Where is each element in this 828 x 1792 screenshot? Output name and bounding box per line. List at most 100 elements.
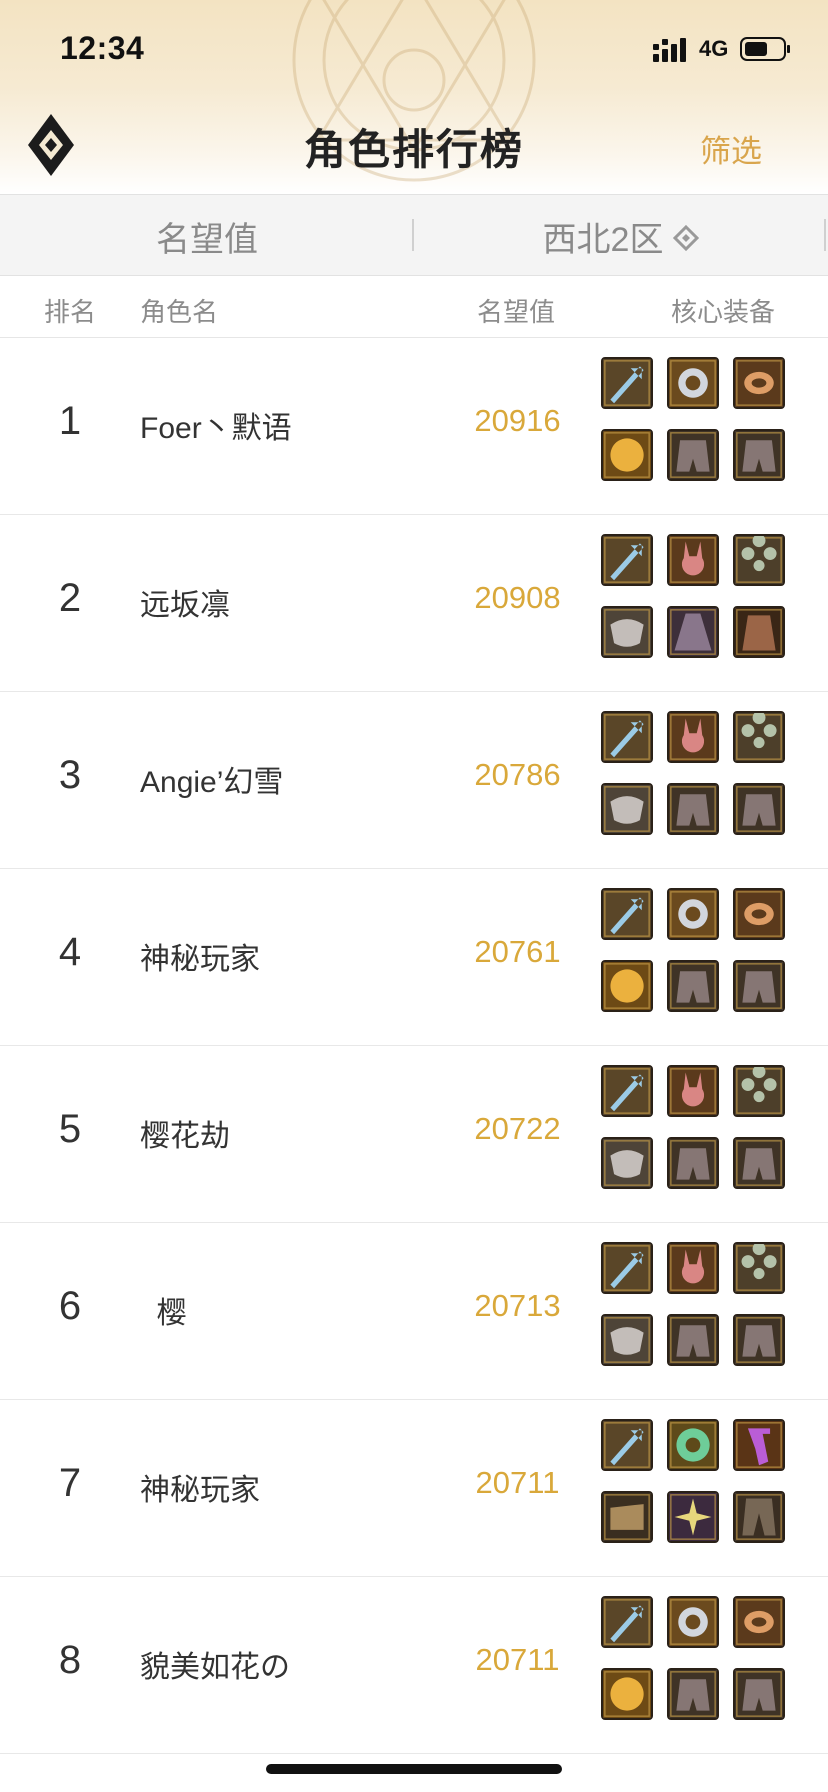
armor-icon[interactable] [667,429,719,481]
header: 12:34 4G 角色排行榜 筛选 [0,0,828,194]
armor-icon[interactable] [667,1314,719,1366]
rabbit-icon[interactable] [667,711,719,763]
table-row[interactable]: 3 Angie’幻雪 20786 [0,693,828,869]
table-row[interactable]: 1 Foer丶默语 20916 [0,339,828,515]
network-type: 4G [699,36,729,61]
ring-icon[interactable] [667,888,719,940]
filter-button[interactable]: 筛选 [700,126,762,171]
table-row[interactable]: 7 神秘玩家 20711 [0,1401,828,1577]
row-score: 20722 [474,1111,561,1146]
row-score: 20761 [474,934,561,969]
armor-icon[interactable] [667,1668,719,1720]
ring-icon[interactable] [667,357,719,409]
amulet-icon[interactable] [733,1419,785,1471]
ring-icon[interactable] [667,1596,719,1648]
metric-selector[interactable]: 名望值 [0,195,414,277]
battery-icon [740,37,790,61]
bracelet-icon[interactable] [733,357,785,409]
mask-icon[interactable] [601,1137,653,1189]
armor-icon[interactable] [667,960,719,1012]
sword-icon[interactable] [601,1596,653,1648]
row-rank: 2 [58,576,82,620]
armor-icon[interactable] [733,960,785,1012]
row-name: Angie’幻雪 [140,766,284,799]
mask-icon[interactable] [601,783,653,835]
col-rank: 排名 [44,297,97,327]
home-indicator [266,1764,562,1774]
armor-icon[interactable] [667,783,719,835]
armor-icon[interactable] [733,1137,785,1189]
col-equipment: 核心装备 [671,297,776,327]
status-time: 12:34 [60,30,145,66]
clover-icon[interactable] [733,534,785,586]
gem-icon[interactable] [601,960,653,1012]
server-label: 西北2区 [542,220,664,259]
gem-icon[interactable] [601,1668,653,1720]
coat-icon[interactable] [733,606,785,658]
clover-icon[interactable] [733,1242,785,1294]
row-name: Foer丶默语 [140,412,292,445]
table-row[interactable]: 4 神秘玩家 20761 [0,870,828,1046]
row-score: 20711 [475,1465,560,1500]
armor-icon[interactable] [733,1314,785,1366]
armor-icon[interactable] [733,783,785,835]
sword-icon[interactable] [601,888,653,940]
sword-icon[interactable] [601,357,653,409]
row-rank: 5 [58,1107,82,1151]
col-name: 角色名 [140,297,219,327]
armor-icon[interactable] [733,1668,785,1720]
row-name: 远坂凛 [140,589,230,622]
table-row[interactable]: 6 樱 20713 [0,1224,828,1400]
sword-icon[interactable] [601,1065,653,1117]
row-rank: 4 [58,930,82,974]
server-selector[interactable]: 西北2区 [414,195,828,277]
row-rank: 6 [58,1284,82,1328]
row-name: 神秘玩家 [140,1474,260,1507]
orb-ring-icon[interactable] [667,1419,719,1471]
sword-icon[interactable] [601,711,653,763]
table-header: 排名 角色名 名望值 核心装备 [0,276,828,338]
row-score: 20711 [475,1642,560,1677]
bracelet-icon[interactable] [733,1596,785,1648]
spark-icon[interactable] [667,1491,719,1543]
signal-icon [653,38,686,62]
sword-icon[interactable] [601,1419,653,1471]
rabbit-icon[interactable] [667,1242,719,1294]
bracer-icon[interactable] [601,1491,653,1543]
armor-icon[interactable] [733,429,785,481]
rabbit-icon[interactable] [667,534,719,586]
clover-icon[interactable] [733,1065,785,1117]
row-score: 20916 [474,403,561,438]
table-row[interactable]: 2 远坂凛 20908 [0,516,828,692]
table-row[interactable]: 8 貌美如花の 20711 [0,1578,828,1754]
armor-icon[interactable] [667,1137,719,1189]
gem-icon[interactable] [601,429,653,481]
row-rank: 8 [58,1638,82,1682]
sword-icon[interactable] [601,534,653,586]
mask-icon[interactable] [601,1314,653,1366]
row-name: 貌美如花の [140,1651,290,1684]
col-score: 名望值 [477,297,556,327]
row-score: 20713 [474,1288,561,1323]
row-name: 樱 [140,1297,187,1330]
status-bar: 12:34 4G [0,0,828,100]
row-name: 樱花劫 [140,1120,230,1153]
row-rank: 3 [58,753,82,797]
pants-icon[interactable] [733,1491,785,1543]
row-rank: 1 [58,399,82,443]
diamond-dropdown-icon [673,225,700,251]
cloak-icon[interactable] [667,606,719,658]
clover-icon[interactable] [733,711,785,763]
filter-bar: 名望值 西北2区 [0,194,828,276]
bracelet-icon[interactable] [733,888,785,940]
metric-label: 名望值 [156,220,258,259]
row-score: 20908 [474,580,561,615]
mask-icon[interactable] [601,606,653,658]
divider [824,219,826,251]
sword-icon[interactable] [601,1242,653,1294]
row-name: 神秘玩家 [140,943,260,976]
row-score: 20786 [474,757,561,792]
row-rank: 7 [58,1461,82,1505]
table-row[interactable]: 5 樱花劫 20722 [0,1047,828,1223]
rabbit-icon[interactable] [667,1065,719,1117]
